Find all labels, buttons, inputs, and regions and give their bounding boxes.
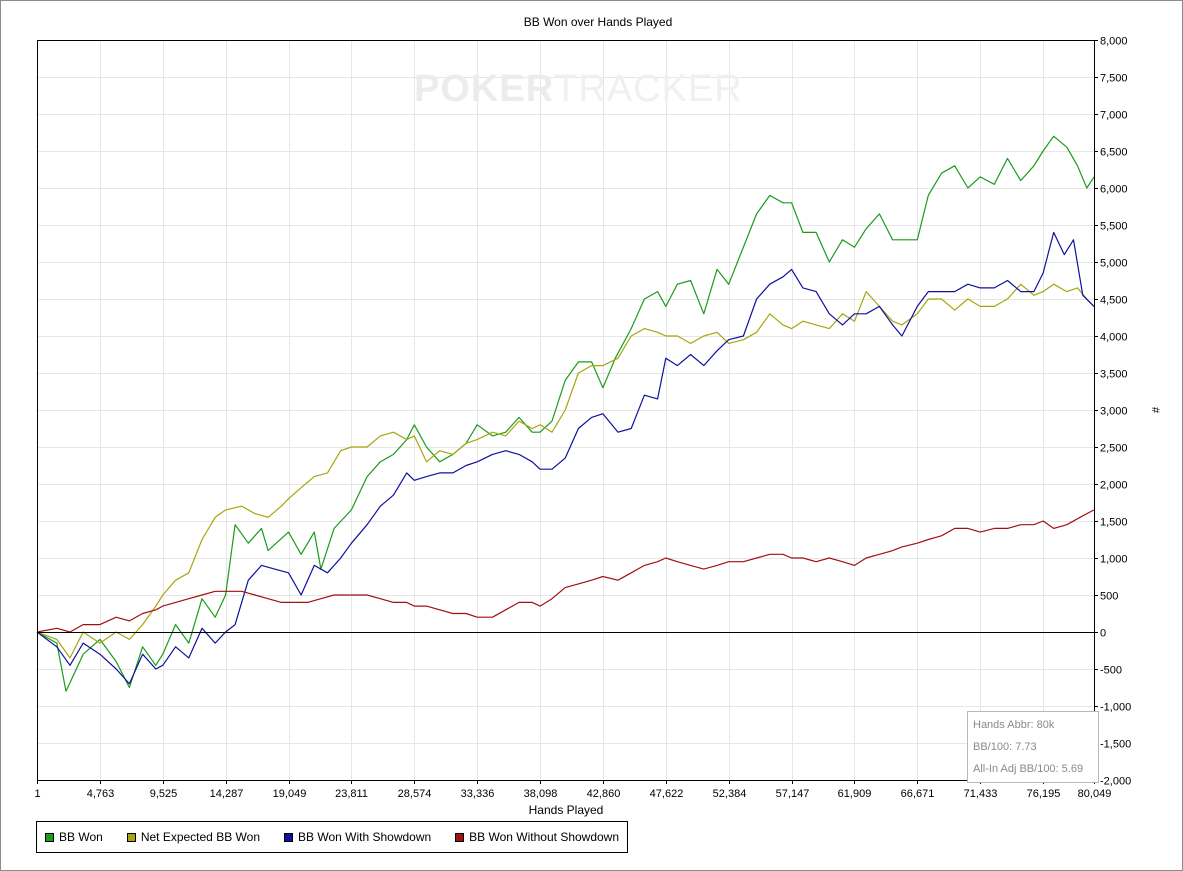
- legend-swatch-bb-won-without-showdown: [455, 832, 465, 842]
- y-tick-label: 8,000: [1100, 36, 1128, 48]
- y-tick-label: 2,000: [1100, 480, 1128, 492]
- y-tick-label: 5,500: [1100, 221, 1128, 233]
- y-tick-label: -1,000: [1100, 702, 1131, 714]
- stats-allin-adj-bb-per-100: All-In Adj BB/100: 5.69: [973, 763, 1084, 775]
- x-tick-label: 52,384: [713, 788, 747, 800]
- x-tick-label: 38,098: [524, 788, 558, 800]
- y-tick-label: 5,000: [1100, 258, 1128, 270]
- legend: BB Won Net Expected BB Won BB Won With S…: [36, 821, 629, 853]
- legend-label-net-expected-bb-won: Net Expected BB Won: [140, 830, 260, 844]
- y-tick-label: 1,000: [1100, 554, 1128, 566]
- y-tick-label: -500: [1100, 665, 1122, 677]
- legend-swatch-bb-won: [45, 832, 54, 842]
- legend-item-net-expected-bb-won[interactable]: Net Expected BB Won: [126, 830, 260, 844]
- y-tick-label: 6,500: [1100, 147, 1128, 159]
- x-axis-label: Hands Played: [529, 803, 604, 817]
- y-tick-label: 7,500: [1100, 73, 1128, 85]
- x-tick-label: 76,195: [1027, 788, 1061, 800]
- x-tick-label: 47,622: [650, 788, 684, 800]
- y-tick-label: 500: [1100, 591, 1118, 603]
- y-tick-label: -2,000: [1100, 776, 1131, 788]
- watermark-bold-text: POKER: [414, 68, 555, 110]
- y-tick-label: 3,500: [1100, 369, 1128, 381]
- chart-title: BB Won over Hands Played: [524, 15, 673, 29]
- x-tick-label: 1: [34, 788, 40, 800]
- stats-box: Hands Abbr: 80k BB/100: 7.73 All-In Adj …: [967, 711, 1099, 783]
- grid-lines: [37, 40, 1095, 781]
- x-tick-label: 14,287: [210, 788, 244, 800]
- x-tick-label: 80,049: [1078, 788, 1112, 800]
- legend-swatch-net-expected-bb-won: [126, 832, 136, 842]
- x-tick-label: 23,811: [335, 788, 368, 800]
- x-tick-label: 66,671: [901, 788, 935, 800]
- x-tick-label: 71,433: [964, 788, 998, 800]
- legend-swatch-bb-won-with-showdown: [284, 832, 293, 842]
- y-tick-label: 2,500: [1100, 443, 1128, 455]
- x-tick-label: 4,763: [87, 788, 115, 800]
- stats-bb-per-100: BB/100: 7.73: [973, 741, 1037, 753]
- y-tick-label: 4,000: [1100, 332, 1128, 344]
- x-tick-label: 28,574: [398, 788, 432, 800]
- y-tick-label: 4,500: [1100, 295, 1128, 307]
- legend-label-bb-won-with-showdown: BB Won With Showdown: [298, 830, 432, 844]
- chart-frame: BB Won over Hands Played 1 4,763 9,525 14,2…: [0, 0, 1183, 871]
- y-tick-label: 1,500: [1100, 517, 1128, 529]
- legend-item-bb-won[interactable]: BB Won: [45, 830, 103, 844]
- legend-label-bb-won-without-showdown: BB Won Without Showdown: [469, 830, 620, 844]
- x-tick-label: 19,049: [273, 788, 307, 800]
- y-tick-label: 6,000: [1100, 184, 1128, 196]
- x-tick-label: 33,336: [461, 788, 495, 800]
- pokertracker-watermark-logo: POKERTRACKER: [414, 68, 743, 111]
- x-tick-label: 42,860: [587, 788, 621, 800]
- y-tick-label: -1,500: [1100, 739, 1131, 751]
- stats-hands-abbr: Hands Abbr: 80k: [973, 719, 1055, 731]
- y-tick-label: 7,000: [1100, 110, 1128, 122]
- x-tick-label: 57,147: [776, 788, 810, 800]
- watermark-light-text: TRACKER: [554, 68, 743, 110]
- legend-item-bb-won-with-showdown[interactable]: BB Won With Showdown: [284, 830, 431, 844]
- x-tick-label: 61,909: [838, 788, 872, 800]
- y-tick-label: 3,000: [1100, 406, 1128, 418]
- legend-label-bb-won: BB Won: [59, 830, 103, 844]
- y-tick-label: 0: [1100, 628, 1106, 640]
- x-tick-label: 9,525: [150, 788, 178, 800]
- legend-item-bb-won-without-showdown[interactable]: BB Won Without Showdown: [455, 830, 619, 844]
- y-axis-label: #: [1149, 407, 1161, 414]
